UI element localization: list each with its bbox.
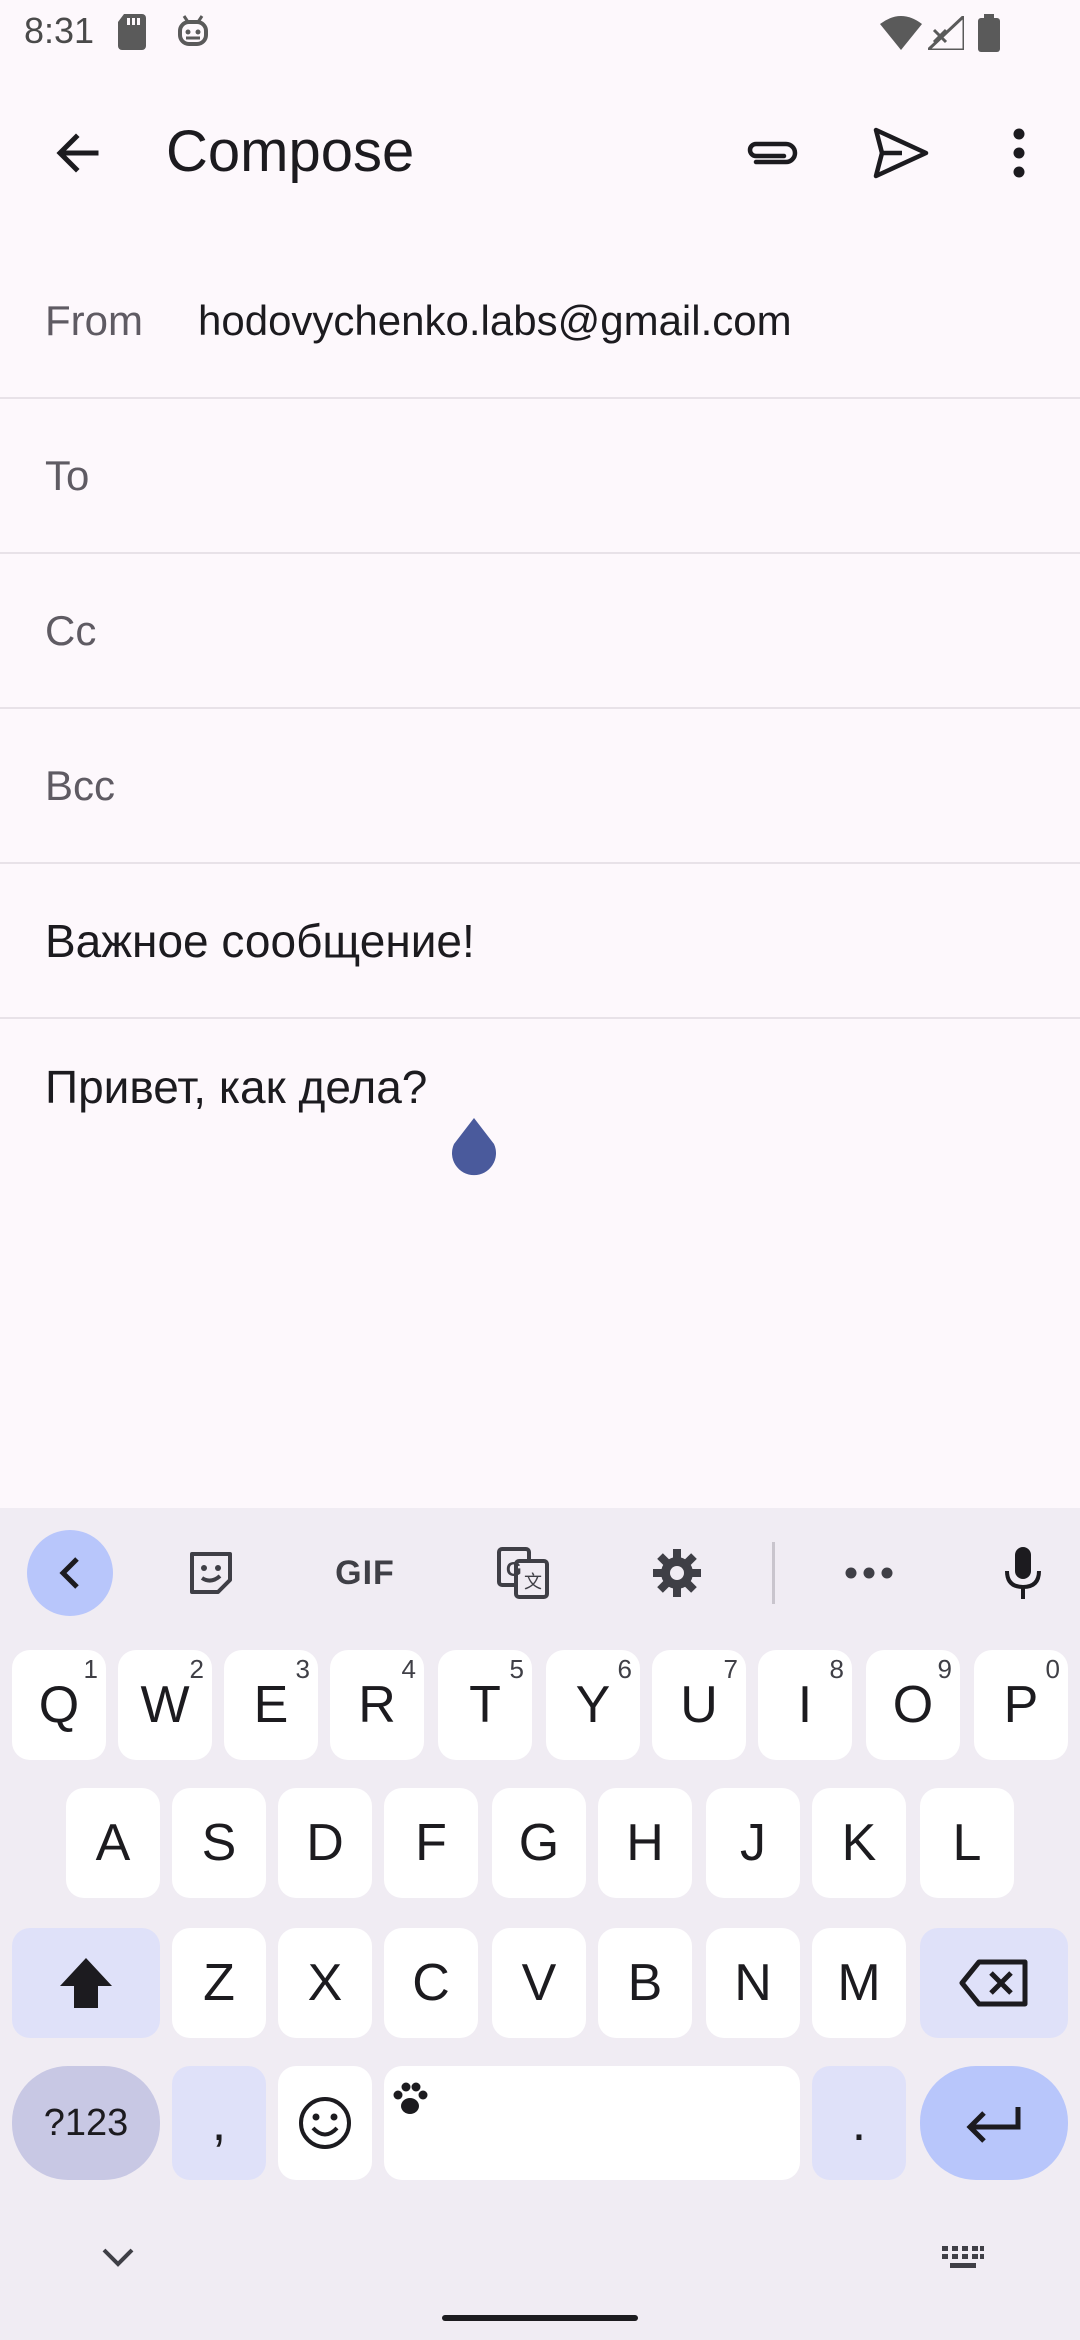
key-e[interactable]: E3 [224,1650,318,1760]
translate-icon: G文 [497,1547,549,1599]
status-bar: 8:31 [0,0,1080,66]
to-field[interactable]: To [0,399,1080,554]
svg-text:文: 文 [524,1572,542,1593]
emoji-key[interactable] [278,2066,372,2180]
more-vert-icon [1013,128,1025,178]
hide-keyboard-button[interactable] [100,2246,136,2273]
settings-button[interactable] [634,1530,720,1616]
keyboard-switch-button[interactable] [940,2244,986,2275]
text-cursor-handle[interactable] [446,1118,502,1184]
send-button[interactable] [856,108,946,198]
symbols-key[interactable]: ?123 [12,2066,160,2180]
sd-card-icon [118,14,148,55]
emoji-icon [299,2097,351,2149]
status-time: 8:31 [24,10,95,51]
key-d[interactable]: D [278,1788,372,1898]
chevron-down-icon [102,2248,134,2267]
key-c[interactable]: C [384,1928,478,2038]
soft-keyboard: GIF G文 Q1 W2 E3 R4 T5 Y6 U7 I8 O9 P0 A S… [0,1508,1080,2340]
key-n[interactable]: N [706,1928,800,2038]
cc-label: Cc [45,606,97,654]
shift-key[interactable] [12,1928,160,2038]
keyboard-toolbar: GIF G文 [0,1508,1080,1638]
paperclip-icon [747,141,798,165]
translate-button[interactable]: G文 [480,1530,566,1616]
battery-icon [978,14,1000,57]
home-indicator[interactable] [442,2315,638,2321]
key-g[interactable]: G [492,1788,586,1898]
page-title: Compose [166,119,415,184]
navigation-bar [0,2220,1080,2340]
enter-icon [966,2107,1021,2143]
signal-icon [924,12,966,55]
paw-icon [390,2070,430,2130]
wifi-icon [880,16,922,55]
keyboard-icon [942,2246,984,2268]
key-w[interactable]: W2 [118,1650,212,1760]
from-row[interactable]: From hodovychenko.labs@gmail.com [0,244,1080,399]
gif-label: GIF [335,1553,395,1592]
android-debug-icon [176,14,210,55]
more-tools-button[interactable] [826,1530,912,1616]
key-m[interactable]: M [812,1928,906,2038]
attach-button[interactable] [726,108,816,198]
more-horiz-icon [845,1567,893,1579]
toolbar-divider [772,1542,775,1604]
key-s[interactable]: S [172,1788,266,1898]
arrow-back-icon [56,133,99,173]
subject-text[interactable]: Важное сообщение! [45,914,475,968]
key-x[interactable]: X [278,1928,372,2038]
space-key[interactable] [384,2066,800,2180]
key-r[interactable]: R4 [330,1650,424,1760]
sticker-button[interactable] [168,1530,254,1616]
key-v[interactable]: V [492,1928,586,2038]
back-button[interactable] [32,108,122,198]
from-value[interactable]: hodovychenko.labs@gmail.com [198,297,792,345]
compose-toolbar: Compose [0,86,1080,222]
comma-key[interactable]: , [172,2066,266,2180]
shift-arrow-icon [60,1958,112,2008]
key-f[interactable]: F [384,1788,478,1898]
backspace-key[interactable] [920,1928,1068,2038]
keyboard-collapse-button[interactable] [27,1530,113,1616]
key-t[interactable]: T5 [438,1650,532,1760]
key-k[interactable]: K [812,1788,906,1898]
key-p[interactable]: P0 [974,1650,1068,1760]
gear-icon [653,1549,701,1597]
key-j[interactable]: J [706,1788,800,1898]
send-icon [873,127,929,179]
bcc-label: Bcc [45,761,116,809]
to-label: To [45,451,90,499]
key-o[interactable]: O9 [866,1650,960,1760]
svg-text:G: G [506,1559,522,1581]
key-a[interactable]: A [66,1788,160,1898]
key-u[interactable]: U7 [652,1650,746,1760]
cc-field[interactable]: Cc [0,554,1080,709]
key-h[interactable]: H [598,1788,692,1898]
microphone-icon [1005,1547,1041,1599]
from-label: From [45,296,143,344]
key-i[interactable]: I8 [758,1650,852,1760]
chevron-left-icon [59,1557,79,1589]
sticker-icon [190,1552,232,1594]
bcc-field[interactable]: Bcc [0,709,1080,864]
key-z[interactable]: Z [172,1928,266,2038]
key-l[interactable]: L [920,1788,1014,1898]
subject-field[interactable]: Важное сообщение! [0,864,1080,1019]
key-b[interactable]: B [598,1928,692,2038]
key-q[interactable]: Q1 [12,1650,106,1760]
voice-input-button[interactable] [980,1530,1066,1616]
backspace-icon [959,1959,1028,2007]
period-key[interactable]: . [812,2066,906,2180]
key-y[interactable]: Y6 [546,1650,640,1760]
body-text[interactable]: Привет, как дела? [45,1060,427,1114]
enter-key[interactable] [920,2066,1068,2180]
more-options-button[interactable] [974,108,1064,198]
gif-button[interactable]: GIF [320,1530,410,1616]
